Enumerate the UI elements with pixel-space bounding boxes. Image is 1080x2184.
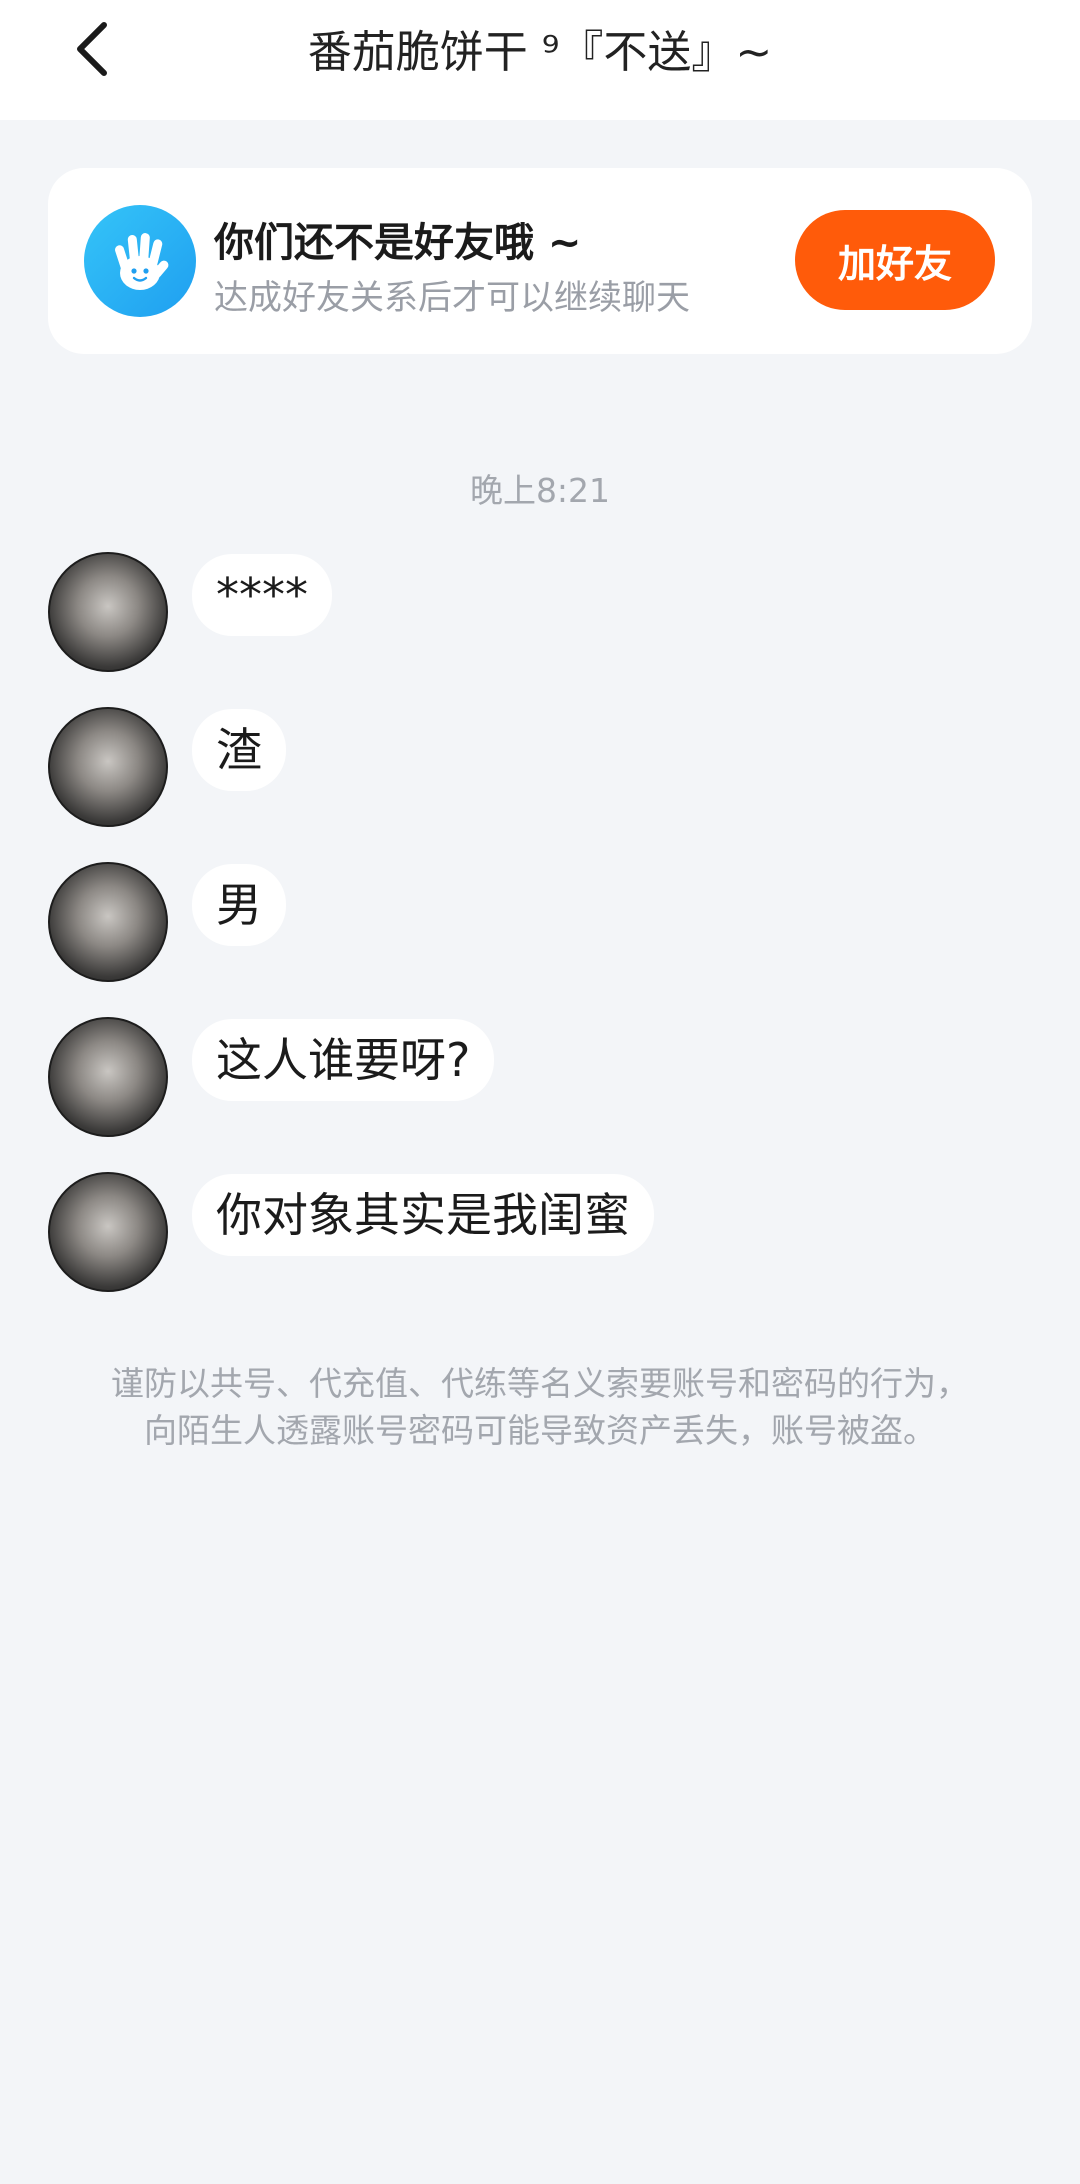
message-bubble[interactable]: 渣 xyxy=(192,709,286,791)
avatar[interactable] xyxy=(48,552,168,672)
message-bubble[interactable]: 你对象其实是我闺蜜 xyxy=(192,1174,654,1256)
avatar[interactable] xyxy=(48,707,168,827)
back-button[interactable] xyxy=(62,14,122,84)
message-bubble[interactable]: **** xyxy=(192,554,332,636)
message-row: 渣 xyxy=(48,707,1032,827)
message-row: 你对象其实是我闺蜜 xyxy=(48,1172,1032,1292)
message-bubble[interactable]: 男 xyxy=(192,864,286,946)
not-friends-title: 你们还不是好友哦 ~ xyxy=(214,220,582,266)
not-friends-card: 你们还不是好友哦 ~ 达成好友关系后才可以继续聊天 加好友 xyxy=(48,168,1032,354)
avatar[interactable] xyxy=(48,1017,168,1137)
message-timestamp: 晚上8:21 xyxy=(469,471,611,510)
avatar[interactable] xyxy=(48,1172,168,1292)
chat-title: 番茄脆饼干 ⁹『不送』~ xyxy=(307,27,773,78)
not-friends-subtitle: 达成好友关系后才可以继续聊天 xyxy=(214,278,690,318)
top-bar: 番茄脆饼干 ⁹『不送』~ xyxy=(0,0,1080,120)
message-bubble[interactable]: 这人谁要呀? xyxy=(192,1019,495,1101)
avatar[interactable] xyxy=(48,862,168,982)
add-friend-button[interactable]: 加好友 xyxy=(795,210,995,310)
message-row: **** xyxy=(48,552,1032,672)
waving-hand-icon xyxy=(84,205,196,317)
message-row: 男 xyxy=(48,862,1032,982)
message-row: 这人谁要呀? xyxy=(48,1017,1032,1137)
safety-notice: 谨防以共号、代充值、代练等名义索要账号和密码的行为，向陌生人透露账号密码可能导致… xyxy=(111,1364,969,1450)
chevron-left-icon xyxy=(77,22,107,76)
